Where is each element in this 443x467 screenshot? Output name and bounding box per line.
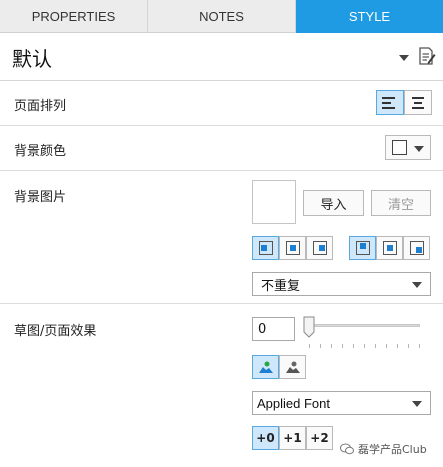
style-header: 默认 (0, 33, 443, 81)
image-align-center-icon (285, 241, 300, 255)
color-image-icon (258, 361, 273, 373)
page-alignment-label: 页面排列 (14, 99, 67, 114)
sketchiness-slider-track[interactable] (304, 324, 420, 327)
background-image-label: 背景图片 (14, 190, 67, 205)
slider-tick (397, 344, 398, 348)
image-align-top-icon (355, 241, 370, 255)
tab-bar: PROPERTIES NOTES STYLE (0, 0, 443, 33)
import-button[interactable]: 导入 (303, 190, 364, 216)
style-dropdown-icon[interactable] (399, 55, 409, 61)
image-align-middle-button[interactable] (376, 236, 403, 260)
font-select[interactable]: Applied Font (252, 391, 431, 415)
image-align-bottom-button[interactable] (403, 236, 430, 260)
sketch-effects-label: 草图/页面效果 (14, 324, 97, 339)
image-align-right-button[interactable] (306, 236, 333, 260)
tab-properties[interactable]: PROPERTIES (0, 0, 148, 33)
background-image-preview[interactable] (252, 180, 296, 224)
align-center-button[interactable] (404, 90, 432, 115)
background-color-picker[interactable] (385, 135, 431, 160)
image-align-left-icon (258, 241, 273, 255)
grayscale-mode-button[interactable] (279, 355, 306, 379)
font-select-value: Applied Font (257, 395, 330, 411)
line-width-plus0-button[interactable]: +0 (252, 426, 279, 450)
color-mode-button[interactable] (252, 355, 279, 379)
line-width-plus2-button[interactable]: +2 (306, 426, 333, 450)
slider-tick (375, 344, 376, 348)
style-name-title: 默认 (12, 47, 52, 71)
slider-tick (342, 344, 343, 348)
tab-style[interactable]: STYLE (296, 0, 443, 33)
color-swatch (392, 140, 407, 155)
sketchiness-input[interactable]: 0 (252, 317, 295, 341)
sketchiness-slider-thumb[interactable] (303, 316, 315, 338)
edit-style-icon[interactable] (418, 47, 436, 66)
slider-tick (353, 344, 354, 348)
line-width-plus1-button[interactable]: +1 (279, 426, 306, 450)
tab-notes[interactable]: NOTES (148, 0, 296, 33)
image-align-right-icon (312, 241, 327, 255)
slider-tick (419, 344, 420, 348)
align-left-button[interactable] (376, 90, 404, 115)
slider-tick (320, 344, 321, 348)
chevron-down-icon (412, 401, 422, 407)
chevron-down-icon (414, 146, 424, 152)
image-align-center-button[interactable] (279, 236, 306, 260)
slider-tick (364, 344, 365, 348)
image-align-bottom-icon (409, 241, 424, 255)
align-left-icon (382, 96, 395, 109)
watermark: 磊学产品Club (340, 441, 427, 457)
image-align-top-button[interactable] (349, 236, 376, 260)
slider-tick (331, 344, 332, 348)
background-color-section: 背景颜色 (0, 126, 443, 171)
watermark-text: 磊学产品Club (358, 443, 427, 456)
background-color-label: 背景颜色 (14, 144, 67, 159)
image-repeat-select[interactable]: 不重复 (252, 272, 431, 296)
slider-tick (309, 344, 310, 348)
chevron-down-icon (412, 282, 422, 288)
slider-tick (408, 344, 409, 348)
clear-button[interactable]: 清空 (371, 190, 431, 216)
align-center-icon (412, 96, 424, 109)
grayscale-image-icon (285, 361, 300, 373)
image-align-middle-icon (382, 241, 397, 255)
wechat-icon (340, 443, 354, 455)
image-align-left-button[interactable] (252, 236, 279, 260)
image-repeat-value: 不重复 (261, 278, 301, 294)
slider-tick (386, 344, 387, 348)
